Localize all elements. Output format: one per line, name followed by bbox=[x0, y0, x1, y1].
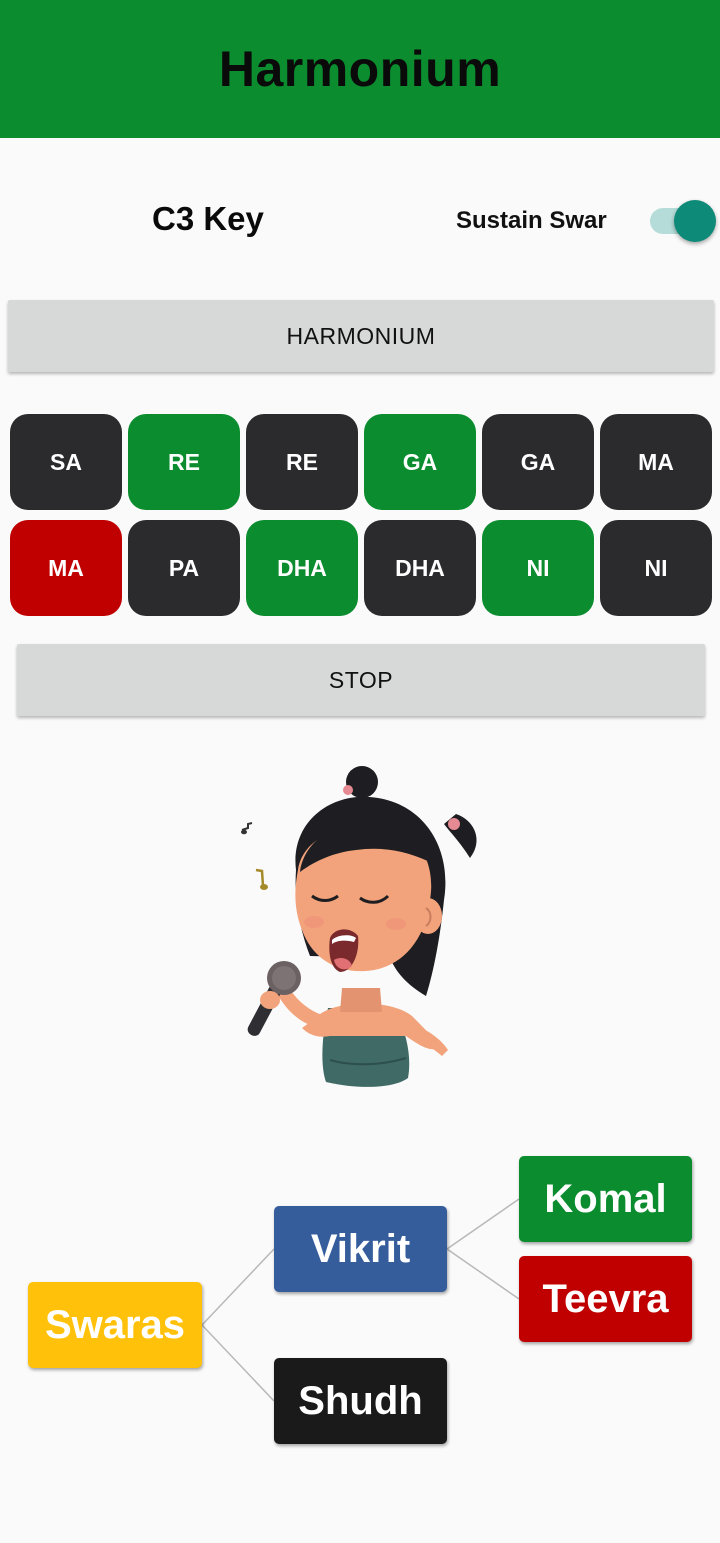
switch-thumb bbox=[674, 200, 716, 242]
key-label: C3 Key bbox=[152, 200, 264, 237]
sustain-label: Sustain Swar bbox=[456, 207, 607, 234]
swaras-diagram: Swaras Vikrit Shudh Komal Teevra bbox=[0, 1140, 720, 1460]
node-shudh: Shudh bbox=[274, 1358, 447, 1444]
node-vikrit: Vikrit bbox=[274, 1206, 447, 1292]
key-dha-9[interactable]: DHA bbox=[246, 520, 358, 616]
node-swaras: Swaras bbox=[28, 1282, 202, 1368]
key-ni-11[interactable]: NI bbox=[482, 520, 594, 616]
key-ga-5[interactable]: GA bbox=[482, 414, 594, 510]
swar-keys-grid: SA RE RE GA GA MA MA PA DHA DHA NI NI bbox=[10, 414, 712, 616]
key-ga-4[interactable]: GA bbox=[364, 414, 476, 510]
key-ma-6[interactable]: MA bbox=[600, 414, 712, 510]
key-ma-7[interactable]: MA bbox=[10, 520, 122, 616]
key-sa-1[interactable]: SA bbox=[10, 414, 122, 510]
key-re-3[interactable]: RE bbox=[246, 414, 358, 510]
key-dha-10[interactable]: DHA bbox=[364, 520, 476, 616]
music-notes-icon bbox=[241, 822, 268, 890]
singer-illustration bbox=[241, 766, 477, 1087]
app-bar: Harmonium bbox=[0, 0, 720, 138]
node-komal: Komal bbox=[519, 1156, 692, 1242]
sustain-switch[interactable] bbox=[650, 200, 716, 242]
node-teevra: Teevra bbox=[519, 1256, 692, 1342]
stop-button[interactable]: STOP bbox=[17, 644, 705, 716]
harmonium-button[interactable]: HARMONIUM bbox=[8, 300, 714, 372]
app-title: Harmonium bbox=[218, 41, 502, 97]
key-ni-12[interactable]: NI bbox=[600, 520, 712, 616]
key-re-2[interactable]: RE bbox=[128, 414, 240, 510]
key-pa-8[interactable]: PA bbox=[128, 520, 240, 616]
